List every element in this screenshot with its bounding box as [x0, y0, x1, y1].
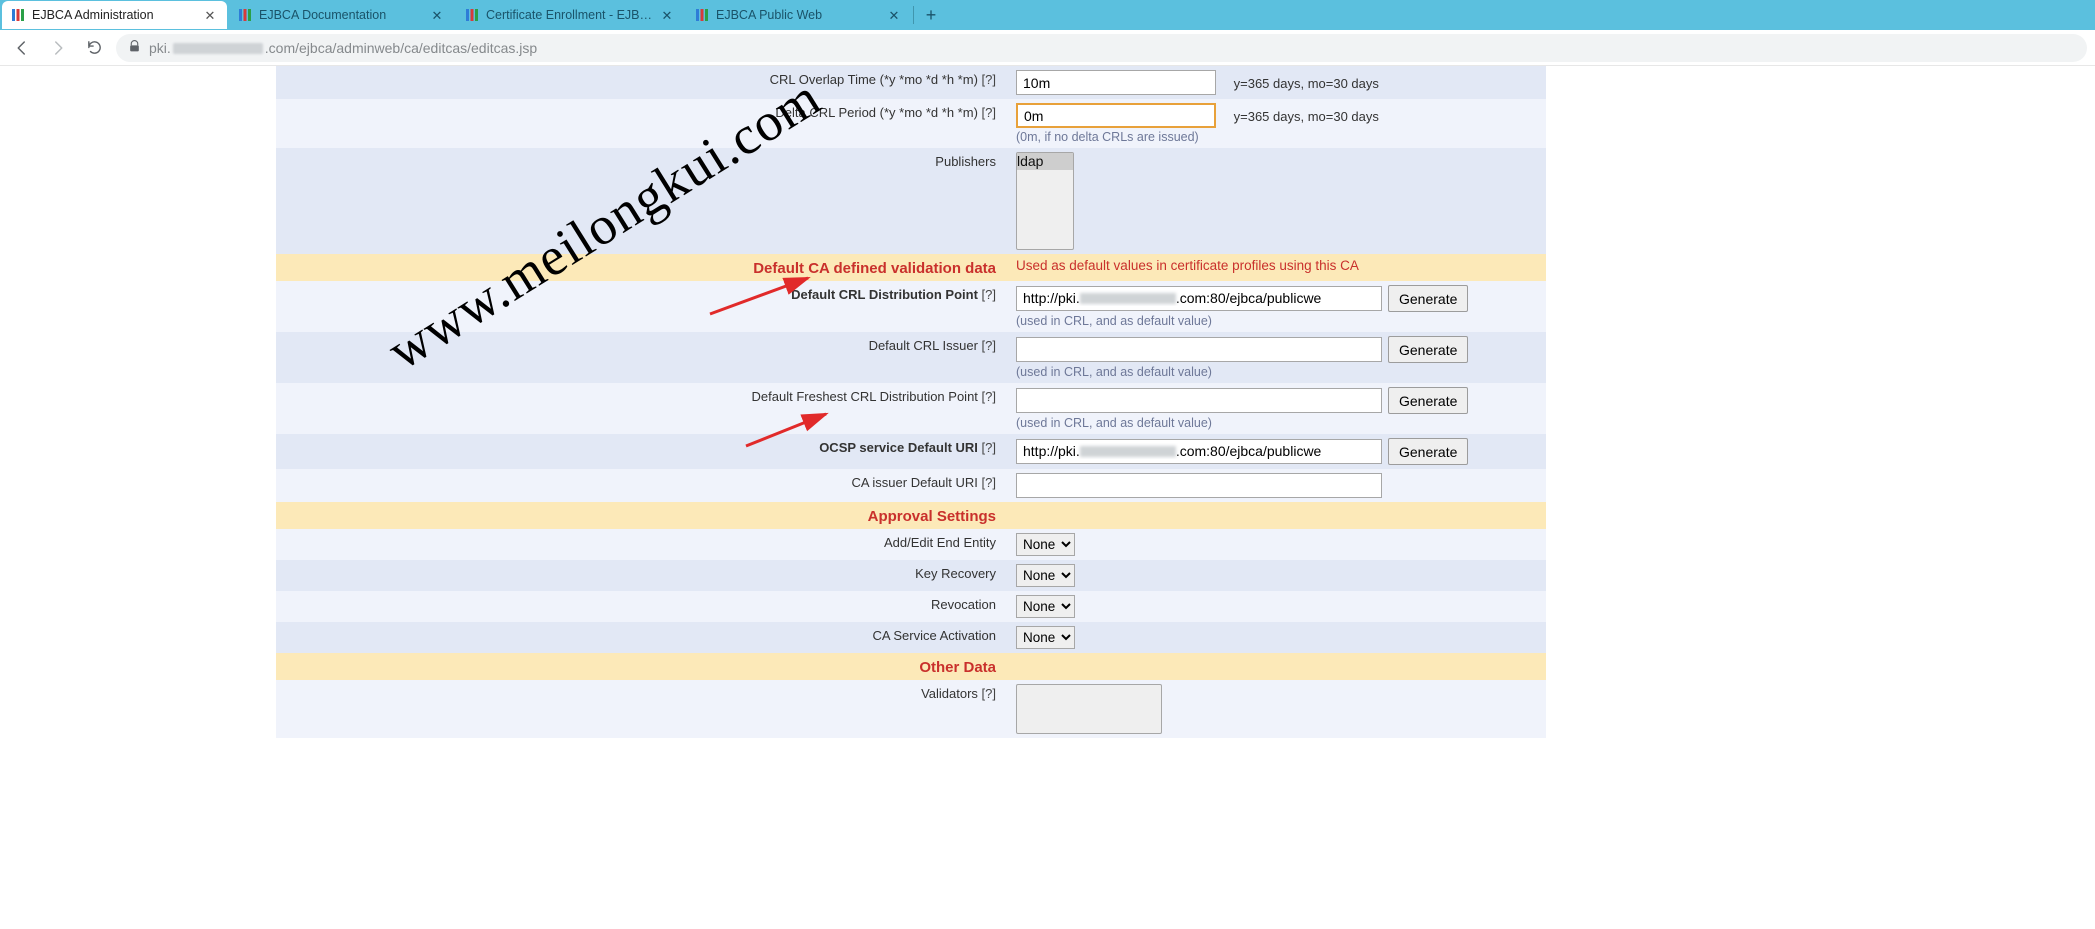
tab-title: Certificate Enrollment - EJBCA [486, 8, 654, 22]
browser-tab[interactable]: EJBCA Public Web ✕ [686, 1, 911, 29]
ocsp-uri-label: OCSP service Default URI [819, 440, 978, 455]
validators-select[interactable] [1016, 684, 1162, 734]
freshest-cdp-subhint: (used in CRL, and as default value) [1016, 416, 1536, 430]
help-icon[interactable]: [?] [982, 686, 996, 701]
publishers-select[interactable]: ldap [1016, 152, 1074, 250]
tab-close-icon[interactable]: ✕ [660, 8, 674, 22]
cdp-subhint: (used in CRL, and as default value) [1016, 314, 1536, 328]
approval-activation-label: CA Service Activation [872, 628, 996, 643]
redacted-host [173, 43, 263, 54]
delta-crl-label: Delta CRL Period (*y *mo *d *h *m) [775, 105, 978, 120]
publishers-label: Publishers [935, 154, 996, 169]
section-validation-note: Used as default values in certificate pr… [1016, 258, 1359, 273]
approval-key-recovery-select[interactable]: None [1016, 564, 1075, 587]
tab-close-icon[interactable]: ✕ [887, 8, 901, 22]
help-icon[interactable]: [?] [982, 72, 996, 87]
tab-close-icon[interactable]: ✕ [430, 8, 444, 22]
new-tab-button[interactable]: + [918, 2, 944, 28]
forward-button[interactable] [44, 34, 72, 62]
section-approval-title: Approval Settings [868, 508, 996, 525]
ca-issuer-uri-input[interactable] [1016, 473, 1382, 498]
approval-add-edit-select[interactable]: None [1016, 533, 1075, 556]
reload-button[interactable] [80, 34, 108, 62]
freshest-cdp-label: Default Freshest CRL Distribution Point [752, 389, 978, 404]
crl-issuer-input[interactable] [1016, 337, 1382, 362]
section-other-title: Other Data [919, 659, 996, 676]
favicon-icon [466, 9, 478, 21]
crl-issuer-generate-button[interactable]: Generate [1388, 336, 1468, 363]
help-icon[interactable]: [?] [982, 389, 996, 404]
validators-label: Validators [921, 686, 978, 701]
tab-title: EJBCA Public Web [716, 8, 881, 22]
tab-title: EJBCA Documentation [259, 8, 424, 22]
help-icon[interactable]: [?] [982, 338, 996, 353]
browser-toolbar: pki..com/ejbca/adminweb/ca/editcas/editc… [0, 30, 2095, 66]
approval-add-edit-label: Add/Edit End Entity [884, 535, 996, 550]
freshest-cdp-input[interactable] [1016, 388, 1382, 413]
section-validation-title: Default CA defined validation data [753, 260, 996, 277]
address-bar[interactable]: pki..com/ejbca/adminweb/ca/editcas/editc… [116, 34, 2087, 62]
url-text: pki..com/ejbca/adminweb/ca/editcas/editc… [149, 40, 537, 56]
browser-tab[interactable]: Certificate Enrollment - EJBCA ✕ [456, 1, 684, 29]
favicon-icon [12, 9, 24, 21]
page-content: CRL Overlap Time (*y *mo *d *h *m) [?] y… [0, 66, 2095, 738]
tab-title: EJBCA Administration [32, 8, 197, 22]
delta-crl-hint: y=365 days, mo=30 days [1234, 109, 1379, 124]
browser-tab[interactable]: EJBCA Documentation ✕ [229, 1, 454, 29]
ocsp-uri-input[interactable] [1016, 439, 1382, 464]
ca-settings-form: CRL Overlap Time (*y *mo *d *h *m) [?] y… [276, 66, 1546, 738]
help-icon[interactable]: [?] [982, 105, 996, 120]
approval-activation-select[interactable]: None [1016, 626, 1075, 649]
lock-icon [128, 40, 141, 56]
ca-issuer-uri-label: CA issuer Default URI [851, 475, 977, 490]
crl-overlap-input[interactable] [1016, 70, 1216, 95]
ocsp-uri-generate-button[interactable]: Generate [1388, 438, 1468, 465]
crl-overlap-hint: y=365 days, mo=30 days [1234, 76, 1379, 91]
freshest-cdp-generate-button[interactable]: Generate [1388, 387, 1468, 414]
cdp-generate-button[interactable]: Generate [1388, 285, 1468, 312]
delta-crl-input[interactable] [1016, 103, 1216, 128]
favicon-icon [696, 9, 708, 21]
tab-close-icon[interactable]: ✕ [203, 8, 217, 22]
browser-tab-strip: EJBCA Administration ✕ EJBCA Documentati… [0, 0, 2095, 30]
cdp-input[interactable] [1016, 286, 1382, 311]
help-icon[interactable]: [?] [982, 440, 996, 455]
crl-overlap-label: CRL Overlap Time (*y *mo *d *h *m) [770, 72, 978, 87]
crl-issuer-subhint: (used in CRL, and as default value) [1016, 365, 1536, 379]
back-button[interactable] [8, 34, 36, 62]
approval-revocation-label: Revocation [931, 597, 996, 612]
tab-separator [913, 6, 914, 24]
approval-key-recovery-label: Key Recovery [915, 566, 996, 581]
delta-crl-subhint: (0m, if no delta CRLs are issued) [1016, 130, 1536, 144]
favicon-icon [239, 9, 251, 21]
cdp-label: Default CRL Distribution Point [791, 287, 978, 302]
help-icon[interactable]: [?] [982, 287, 996, 302]
crl-issuer-label: Default CRL Issuer [869, 338, 978, 353]
help-icon[interactable]: [?] [982, 475, 996, 490]
publisher-option[interactable]: ldap [1017, 153, 1073, 170]
browser-tab-active[interactable]: EJBCA Administration ✕ [2, 1, 227, 29]
approval-revocation-select[interactable]: None [1016, 595, 1075, 618]
